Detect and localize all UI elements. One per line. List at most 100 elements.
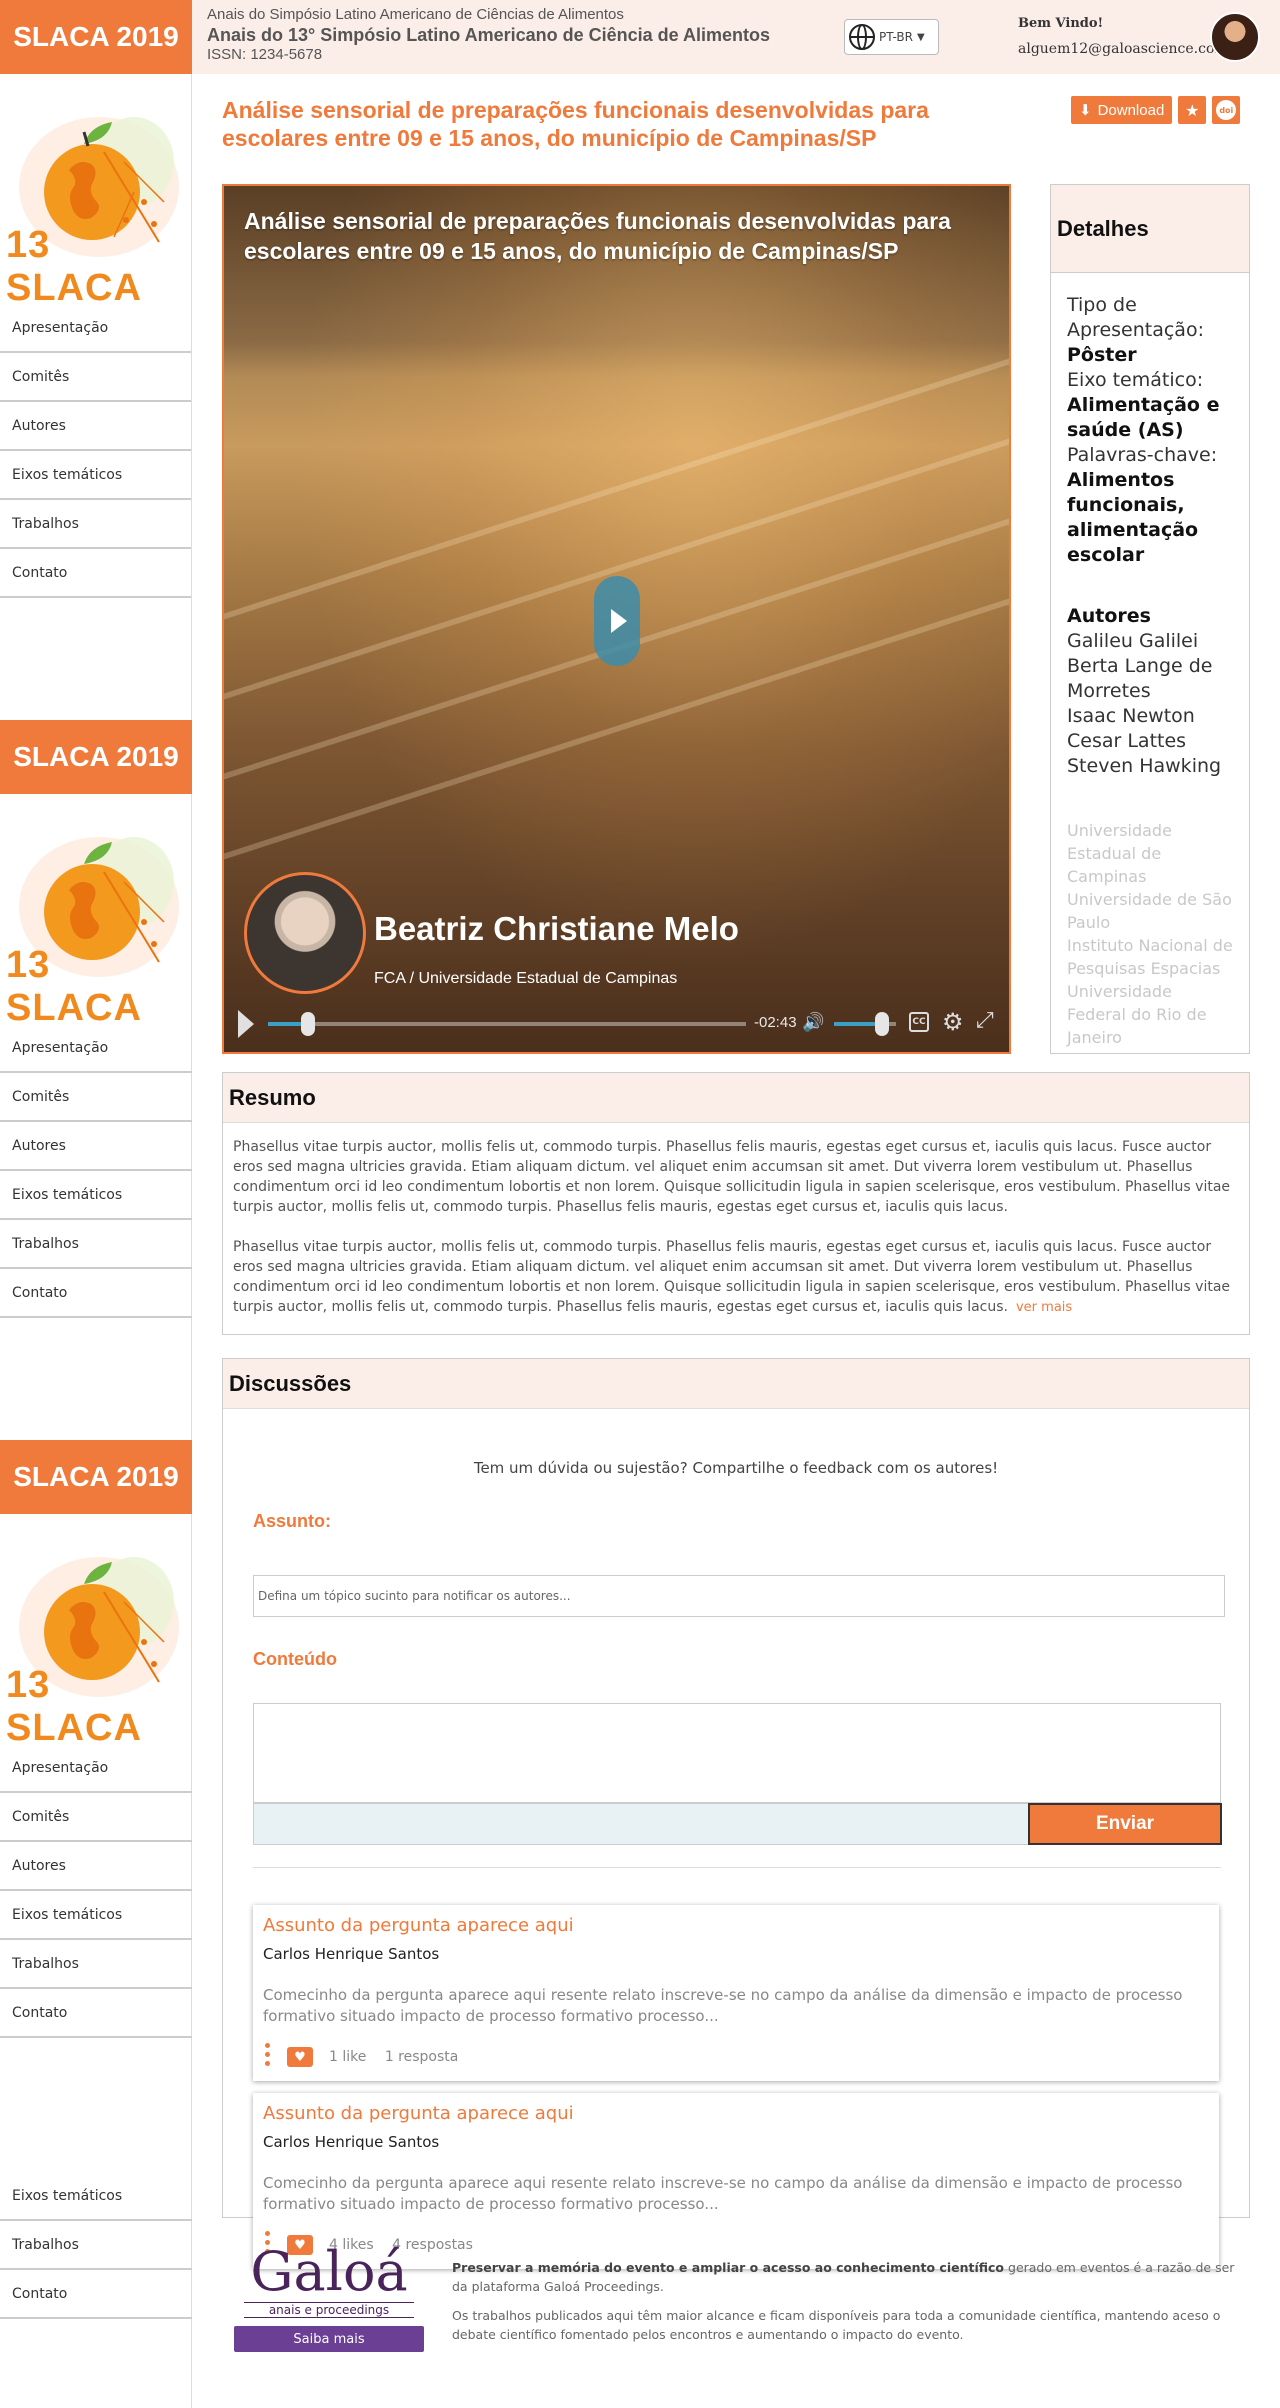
sidebar-item-contato[interactable]: Contato [0, 2270, 192, 2319]
tipo-label: Tipo de Apresentação: [1067, 294, 1204, 341]
question-excerpt: Comecinho da pergunta aparece aqui resen… [263, 1986, 1183, 2025]
sidebar-item-trabalhos[interactable]: Trabalhos [0, 2221, 192, 2270]
chevron-down-icon: ▼ [916, 31, 925, 43]
details-heading: Detalhes [1051, 185, 1249, 273]
author-item[interactable]: Berta Lange de Morretes [1067, 654, 1233, 704]
sidebar-item-apresentacao[interactable]: Apresentação [0, 304, 191, 353]
send-button[interactable]: Enviar [1028, 1803, 1222, 1845]
sidebar-item-comites[interactable]: Comitês [0, 1073, 192, 1122]
institution-item: Universidade de São Paulo [1067, 890, 1232, 932]
page: SLACA 2019 Anais do Simpósio Latino Amer… [0, 0, 1280, 2408]
sidebar-item-apresentacao[interactable]: Apresentação [0, 1024, 192, 1073]
author-item[interactable]: Galileu Galilei [1067, 629, 1233, 654]
play-icon[interactable] [238, 1010, 254, 1038]
institution-item: Universidade Estadual de Campinas [1067, 821, 1172, 886]
play-icon[interactable] [594, 576, 640, 666]
sidebar-item-eixos[interactable]: Eixos temáticos [0, 1891, 192, 1940]
gear-icon[interactable]: ⚙ [942, 1008, 964, 1036]
likes-count: 1 like [329, 2049, 367, 2065]
favorite-button[interactable]: ★ [1178, 96, 1207, 124]
welcome-block: Bem Vindo! alguem12@galoascience.com [1018, 16, 1228, 57]
sidebar: 13 SLACA Apresentação Comitês Autores Ei… [0, 74, 192, 2408]
institution-item: Instituto Nacional de Pesquisas Espacias [1067, 936, 1233, 978]
content-textarea[interactable] [253, 1703, 1221, 1803]
sidebar-item-eixos[interactable]: Eixos temáticos [0, 1171, 192, 1220]
download-button[interactable]: ⬇ Download [1071, 96, 1173, 124]
saiba-mais-button[interactable]: Saiba mais [234, 2326, 424, 2352]
sidebar-item-trabalhos[interactable]: Trabalhos [0, 500, 191, 549]
avatar[interactable] [1210, 12, 1260, 62]
presenter-photo [244, 872, 366, 994]
divider [253, 1867, 1221, 1868]
subject-input[interactable]: Defina um tópico sucinto para notificar … [253, 1575, 1225, 1617]
volume-slider[interactable] [834, 1012, 896, 1036]
galoa-wordmark: Galoá [250, 2240, 408, 2303]
fullscreen-icon[interactable]: ⤢ [976, 1008, 994, 1033]
download-icon: ⬇ [1079, 102, 1092, 119]
event-logo[interactable]: 13 SLACA [0, 794, 192, 1029]
sidebar-item-contato[interactable]: Contato [0, 549, 191, 598]
globe-icon [849, 24, 875, 50]
abstract-heading: Resumo [223, 1073, 1249, 1123]
sidebar-item-trabalhos[interactable]: Trabalhos [0, 1940, 192, 1989]
sidebar-item-eixos[interactable]: Eixos temáticos [0, 2172, 192, 2221]
sidebar-item-apresentacao[interactable]: Apresentação [0, 1744, 192, 1793]
abstract-body: Phasellus vitae turpis auctor, mollis fe… [223, 1123, 1249, 1334]
time-remaining: -02:43 [754, 1014, 797, 1031]
welcome-text: Bem Vindo! [1018, 16, 1104, 31]
doi-icon: doi [1216, 100, 1237, 120]
sidebar-item-autores[interactable]: Autores [0, 402, 191, 451]
palavras-label: Palavras-chave: [1067, 444, 1218, 466]
sidebar-item-contato[interactable]: Contato [0, 1269, 192, 1318]
sidebar-item-eixos[interactable]: Eixos temáticos [0, 451, 191, 500]
sidebar-brand[interactable]: SLACA 2019 [0, 720, 192, 794]
progress-fill [268, 1022, 302, 1026]
discussion-invite: Tem um dúvida ou sujestão? Compartilhe o… [473, 1459, 999, 1477]
footer: Galoá anais e proceedings Saiba mais Pre… [222, 2234, 1250, 2408]
author-item[interactable]: Cesar Lattes [1067, 729, 1233, 754]
author-item[interactable]: Isaac Newton [1067, 704, 1233, 729]
more-options-icon[interactable] [265, 2043, 271, 2070]
progress-bar[interactable] [268, 1012, 746, 1036]
video-player[interactable]: Análise sensorial de preparações funcion… [222, 184, 1011, 1054]
author-item[interactable]: Steven Hawking [1067, 754, 1233, 779]
authors-heading: Autores [1067, 605, 1151, 627]
question-title[interactable]: Assunto da pergunta aparece aqui [263, 2103, 574, 2124]
volume-handle[interactable] [875, 1012, 890, 1036]
sidebar-item-comites[interactable]: Comitês [0, 353, 191, 402]
heart-icon[interactable]: ♥ [287, 2047, 313, 2067]
language-select[interactable]: PT-BR ▼ [844, 19, 939, 55]
details-body: Tipo de Apresentação: Pôster Eixo temáti… [1051, 273, 1249, 1069]
sidebar-item-contato[interactable]: Contato [0, 1989, 192, 2038]
sidebar-item-autores[interactable]: Autores [0, 1842, 192, 1891]
doi-button[interactable]: doi [1212, 96, 1241, 124]
question-author: Carlos Henrique Santos [263, 2133, 440, 2151]
galoa-logo[interactable]: Galoá anais e proceedings Saiba mais [234, 2244, 424, 2352]
discussion-heading: Discussões [223, 1359, 1249, 1409]
progress-handle[interactable] [301, 1012, 316, 1036]
user-email[interactable]: alguem12@galoascience.com [1018, 41, 1228, 57]
download-label: Download [1097, 101, 1165, 119]
sidebar-item-autores[interactable]: Autores [0, 1122, 192, 1171]
tipo-value: Pôster [1067, 344, 1137, 366]
footer-paragraph-2: Os trabalhos publicados aqui têm maior a… [452, 2308, 1221, 2342]
sidebar-item-comites[interactable]: Comitês [0, 1793, 192, 1842]
event-logo[interactable]: 13 SLACA [0, 1514, 192, 1749]
replies-count[interactable]: 1 resposta [385, 2049, 459, 2065]
sidebar-brand[interactable]: SLACA 2019 [0, 1440, 192, 1514]
brand-logo[interactable]: SLACA 2019 [0, 0, 192, 74]
sidebar-menu: Apresentação Comitês Autores Eixos temát… [0, 1024, 192, 1318]
captions-icon[interactable]: CC [909, 1012, 929, 1032]
conference-info: Anais do Simpósio Latino Americano de Ci… [207, 6, 770, 64]
volume-icon[interactable]: 🔊 [802, 1012, 824, 1033]
read-more-link[interactable]: ver mais [1016, 1300, 1072, 1315]
palavras-value: Alimentos funcionais, alimentação escola… [1067, 469, 1199, 566]
question-title[interactable]: Assunto da pergunta aparece aqui [263, 1915, 574, 1936]
page-title: Análise sensorial de preparações funcion… [222, 97, 929, 151]
question-card[interactable]: Assunto da pergunta aparece aqui Carlos … [253, 1905, 1219, 2081]
eixo-value: Alimentação e saúde (AS) [1067, 394, 1220, 441]
event-logo[interactable]: 13 SLACA [0, 74, 192, 309]
sidebar-item-trabalhos[interactable]: Trabalhos [0, 1220, 192, 1269]
content-label: Conteúdo [253, 1649, 337, 1669]
subject-label: Assunto: [253, 1511, 331, 1531]
